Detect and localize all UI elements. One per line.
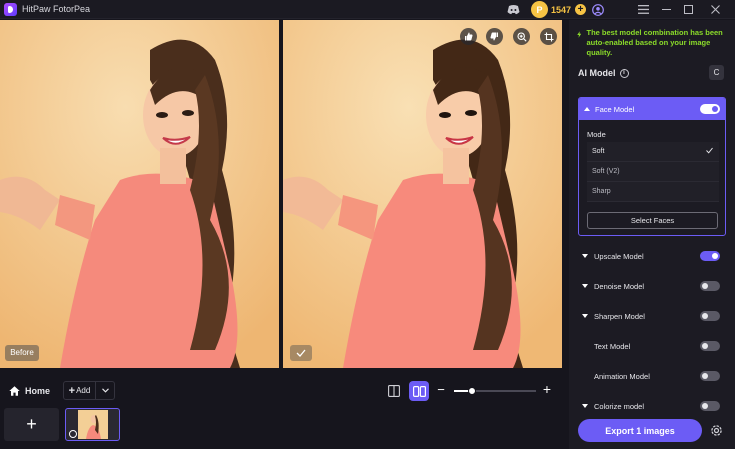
chevron-down-icon <box>101 388 109 393</box>
title-bar: HitPaw FotorPea P 1547 + <box>0 0 735 19</box>
crop-icon[interactable] <box>540 28 557 45</box>
model-label: Sharpen Model <box>594 311 645 321</box>
bottom-toolbar: Home + Add − + + <box>0 372 567 449</box>
close-button[interactable] <box>707 2 723 16</box>
portrait-image-after <box>283 20 562 368</box>
chevron-down-icon <box>582 314 588 318</box>
minimize-button[interactable] <box>658 2 674 16</box>
home-button[interactable]: Home <box>4 381 55 401</box>
check-icon <box>706 147 713 154</box>
home-label: Home <box>25 386 51 396</box>
add-button-group: + Add <box>63 381 115 400</box>
export-button[interactable]: Export 1 images <box>578 419 702 442</box>
info-icon[interactable] <box>69 430 77 438</box>
denoise-model-toggle[interactable] <box>700 281 720 291</box>
tip-text: The best model combination has been auto… <box>586 28 723 57</box>
add-dropdown[interactable] <box>96 388 114 393</box>
info-icon[interactable]: i <box>619 68 629 78</box>
split-view-icon <box>412 385 426 397</box>
face-model-card: Face Model Mode Soft Soft (V2) Sharp Sel… <box>578 97 726 236</box>
model-label: Text Model <box>594 341 631 351</box>
model-row-upscale[interactable]: Upscale Model <box>582 249 722 263</box>
app-logo-icon <box>4 3 17 16</box>
coin-count: 1547 <box>551 4 572 15</box>
model-row-denoise[interactable]: Denoise Model <box>582 279 722 293</box>
model-row-text[interactable]: Text Model <box>582 339 722 353</box>
zoom-in-icon[interactable] <box>513 28 530 45</box>
portrait-image-before <box>0 20 279 368</box>
select-faces-button[interactable]: Select Faces <box>587 212 718 229</box>
chevron-down-icon <box>582 254 588 258</box>
zoom-in-button[interactable]: + <box>541 382 553 396</box>
animation-model-toggle[interactable] <box>700 371 720 381</box>
model-row-colorize[interactable]: Colorize model <box>582 399 722 413</box>
face-model-label: Face Model <box>595 104 635 114</box>
thumbs-up-icon[interactable] <box>460 28 477 45</box>
before-label: Before <box>5 345 39 361</box>
mode-option-soft-v2[interactable]: Soft (V2) <box>587 162 719 182</box>
chevron-down-icon <box>582 284 588 288</box>
zoom-slider-thumb[interactable] <box>468 387 477 395</box>
after-preview[interactable] <box>283 20 562 368</box>
plus-icon: + <box>68 384 76 397</box>
discord-icon[interactable] <box>507 3 520 16</box>
mode-option-soft[interactable]: Soft <box>587 142 719 162</box>
model-row-sharpen[interactable]: Sharpen Model <box>582 309 722 323</box>
add-button[interactable]: + Add <box>64 382 96 399</box>
settings-panel: The best model combination has been auto… <box>569 20 735 449</box>
split-view-button[interactable] <box>409 381 429 401</box>
image-thumbnail[interactable] <box>65 408 120 441</box>
colorize-model-toggle[interactable] <box>700 401 720 411</box>
caret-up-icon <box>584 107 590 111</box>
chevron-down-icon <box>582 404 588 408</box>
reset-button[interactable]: C <box>709 65 724 80</box>
check-icon[interactable] <box>290 345 312 361</box>
mode-option-sharp[interactable]: Sharp <box>587 182 719 202</box>
sharpen-model-toggle[interactable] <box>700 311 720 321</box>
menu-icon[interactable] <box>637 3 650 16</box>
zoom-slider[interactable] <box>454 387 536 395</box>
ai-model-heading: AI Model i <box>578 68 629 78</box>
gear-icon[interactable] <box>709 423 724 438</box>
add-image-tile[interactable]: + <box>4 408 59 441</box>
single-view-button[interactable] <box>387 384 401 398</box>
maximize-button[interactable] <box>680 2 696 16</box>
face-model-header[interactable]: Face Model <box>579 98 725 120</box>
buy-coins-button[interactable]: + <box>575 4 587 15</box>
home-icon <box>9 386 20 396</box>
before-preview[interactable]: Before <box>0 20 279 368</box>
upscale-model-toggle[interactable] <box>700 251 720 261</box>
model-row-animation[interactable]: Animation Model <box>582 369 722 383</box>
zoom-out-button[interactable]: − <box>436 383 446 397</box>
mode-list: Soft Soft (V2) Sharp <box>587 142 719 202</box>
coin-balance[interactable]: P 1547 + <box>531 1 587 18</box>
text-model-toggle[interactable] <box>700 341 720 351</box>
single-view-icon <box>388 385 400 397</box>
model-label: Denoise Model <box>594 281 645 291</box>
lightning-icon <box>577 31 582 38</box>
thumbs-down-icon[interactable] <box>486 28 503 45</box>
mode-label: Mode <box>587 130 606 139</box>
model-label: Animation Model <box>594 371 650 381</box>
account-icon[interactable] <box>591 3 604 16</box>
face-model-toggle[interactable] <box>700 104 720 114</box>
coin-icon: P <box>531 1 548 18</box>
model-label: Colorize model <box>594 401 645 411</box>
add-label: Add <box>76 386 91 395</box>
thumbnail-image <box>78 410 108 439</box>
app-title: HitPaw FotorPea <box>22 4 91 14</box>
model-label: Upscale Model <box>594 251 644 261</box>
ai-model-title: AI Model <box>578 68 616 78</box>
tip-banner: The best model combination has been auto… <box>577 28 731 58</box>
